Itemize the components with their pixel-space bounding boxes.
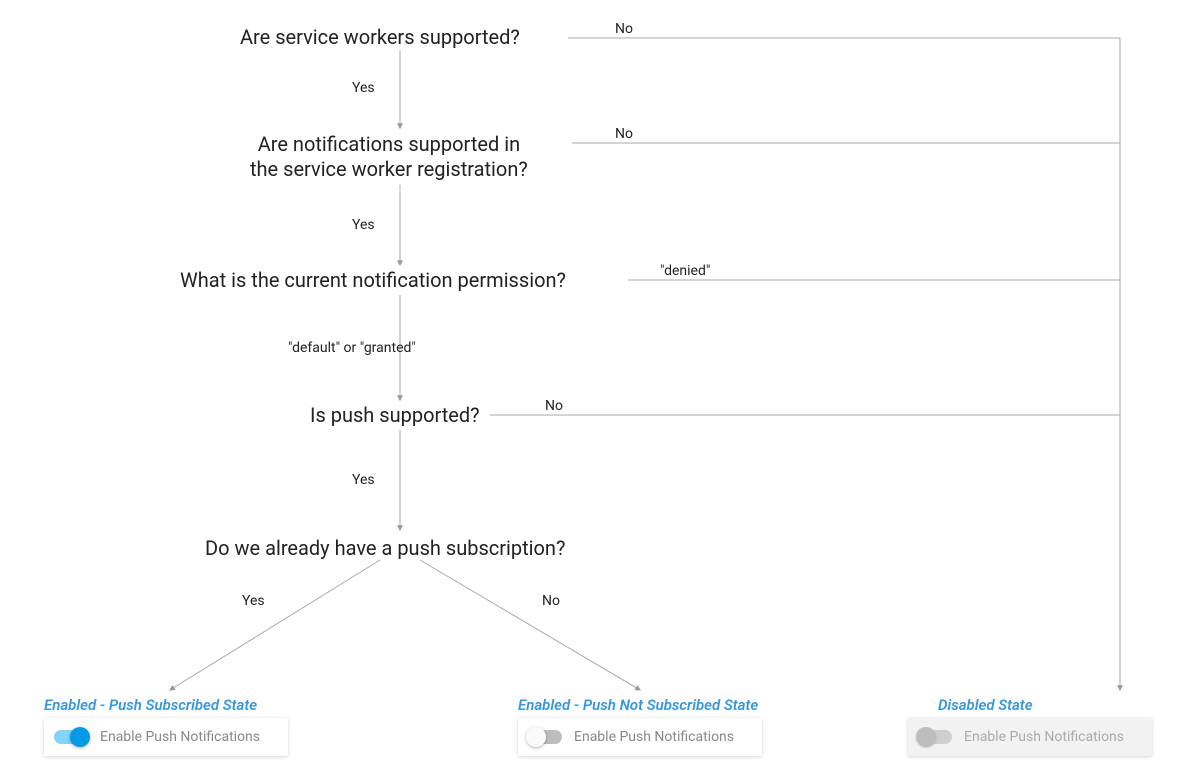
label-q2-no: No bbox=[615, 126, 633, 142]
switch-off-icon bbox=[528, 730, 562, 744]
toggle-card-enabled-not-subscribed[interactable]: Enable Push Notifications bbox=[518, 718, 762, 756]
switch-on-icon bbox=[54, 730, 88, 744]
question-service-workers: Are service workers supported? bbox=[240, 25, 520, 50]
label-q1-yes: Yes bbox=[352, 80, 375, 96]
toggle-label-enabled-subscribed: Enable Push Notifications bbox=[100, 729, 260, 745]
flowchart-arrows bbox=[0, 0, 1179, 776]
question-notifications-supported: Are notifications supported in the servi… bbox=[250, 132, 528, 182]
label-q3-pass: "default" or "granted" bbox=[288, 340, 416, 356]
state-title-enabled-not-subscribed: Enabled - Push Not Subscribed State bbox=[518, 696, 758, 714]
question-notifications-line2: the service worker registration? bbox=[250, 157, 528, 181]
toggle-label-enabled-not-subscribed: Enable Push Notifications bbox=[574, 729, 734, 745]
toggle-card-enabled-subscribed[interactable]: Enable Push Notifications bbox=[44, 718, 288, 756]
label-q4-no: No bbox=[545, 398, 563, 414]
question-push-supported: Is push supported? bbox=[310, 403, 480, 428]
state-title-enabled-subscribed: Enabled - Push Subscribed State bbox=[44, 696, 257, 714]
toggle-label-disabled: Enable Push Notifications bbox=[964, 729, 1124, 745]
state-title-disabled: Disabled State bbox=[938, 696, 1033, 714]
label-q4-yes: Yes bbox=[352, 472, 375, 488]
arrow-q5-no bbox=[420, 560, 640, 690]
question-have-subscription: Do we already have a push subscription? bbox=[205, 536, 565, 561]
label-q2-yes: Yes bbox=[352, 217, 375, 233]
toggle-card-disabled: Enable Push Notifications bbox=[908, 718, 1152, 756]
label-q5-yes: Yes bbox=[242, 593, 265, 609]
label-q5-no: No bbox=[542, 593, 560, 609]
label-q3-denied: "denied" bbox=[660, 263, 710, 279]
switch-disabled-icon bbox=[918, 730, 952, 744]
question-notifications-line1: Are notifications supported in bbox=[258, 132, 520, 156]
question-permission: What is the current notification permiss… bbox=[180, 268, 566, 293]
arrow-q5-yes bbox=[170, 560, 380, 690]
label-q1-no: No bbox=[615, 21, 633, 37]
